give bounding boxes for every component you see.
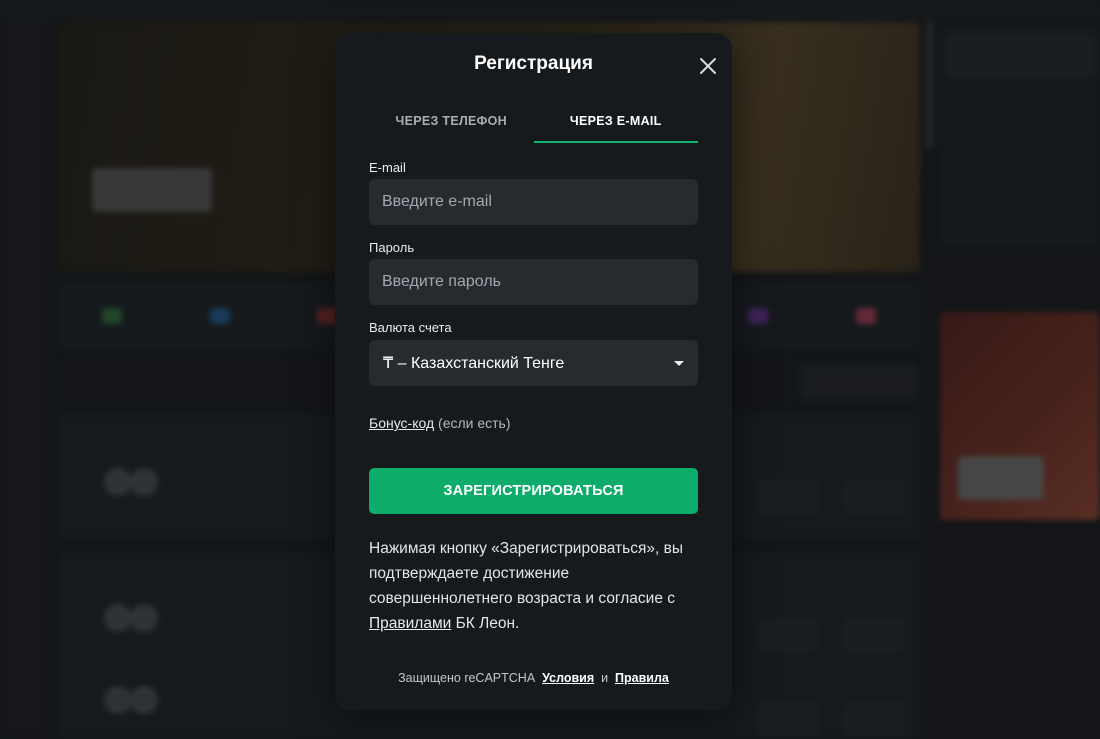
close-button[interactable] (693, 51, 723, 81)
bonus-code-note: (если есть) (438, 415, 511, 431)
recaptcha-and: и (601, 671, 609, 685)
password-field[interactable] (369, 259, 698, 305)
registration-tabs: ЧЕРЕЗ ТЕЛЕФОН ЧЕРЕЗ E-MAIL (369, 101, 698, 143)
terms-text: Нажимая кнопку «Зарегистрироваться», вы … (369, 536, 704, 636)
recaptcha-notice: Защищено reCAPTCHA Условия и Правила (335, 671, 732, 685)
terms-text-after: БК Леон. (451, 615, 520, 632)
currency-label: Валюта счета (369, 320, 452, 335)
close-icon (700, 58, 716, 74)
recaptcha-terms-link[interactable]: Условия (542, 671, 594, 685)
registration-modal: Регистрация ЧЕРЕЗ ТЕЛЕФОН ЧЕРЕЗ E-MAIL E… (335, 33, 732, 710)
modal-title: Регистрация (474, 53, 593, 74)
caret-down-icon (674, 360, 684, 366)
currency-select[interactable]: ₸ – Казахстанский Тенге (369, 340, 698, 386)
tab-phone[interactable]: ЧЕРЕЗ ТЕЛЕФОН (369, 101, 534, 143)
email-label: E-mail (369, 160, 406, 175)
bonus-code-row: Бонус-код (если есть) (369, 415, 511, 431)
terms-text-before: Нажимая кнопку «Зарегистрироваться», вы … (369, 540, 683, 607)
password-label: Пароль (369, 240, 415, 255)
email-field[interactable] (369, 179, 698, 225)
tab-email[interactable]: ЧЕРЕЗ E-MAIL (533, 101, 698, 143)
rules-link[interactable]: Правилами (369, 615, 451, 632)
register-button[interactable]: ЗАРЕГИСТРИРОВАТЬСЯ (369, 468, 698, 514)
recaptcha-text: Защищено reCAPTCHA (398, 671, 536, 685)
bonus-code-link[interactable]: Бонус-код (369, 415, 434, 431)
currency-value: ₸ – Казахстанский Тенге (383, 355, 565, 372)
recaptcha-rules-link[interactable]: Правила (615, 671, 669, 685)
